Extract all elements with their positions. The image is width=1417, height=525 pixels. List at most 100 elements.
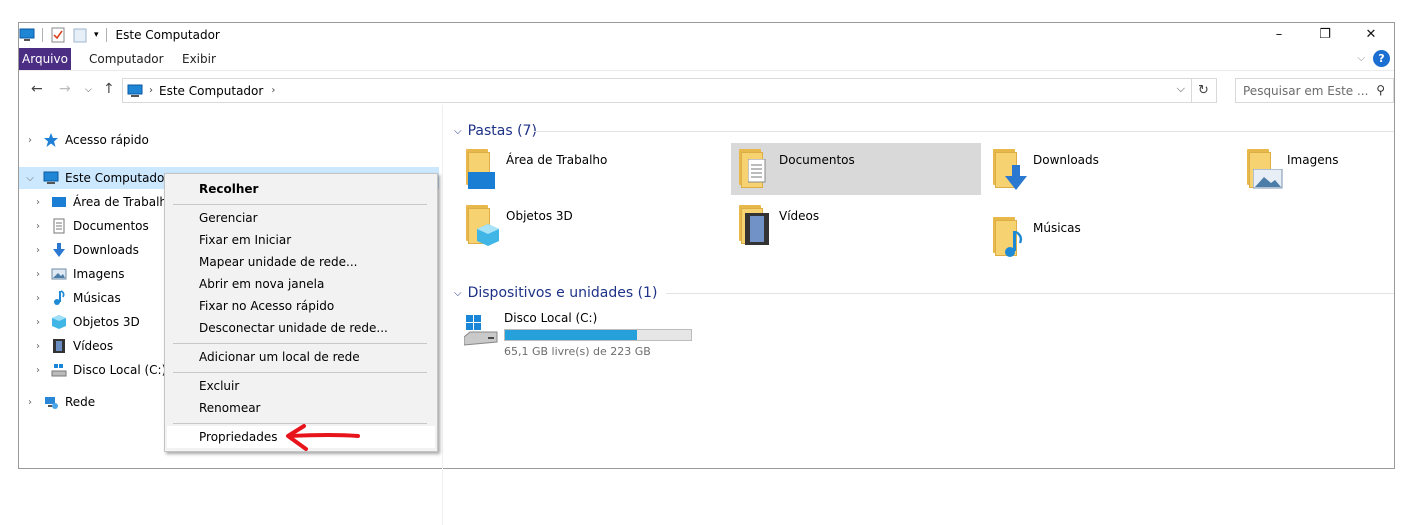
folder-label: Músicas — [1033, 221, 1081, 235]
pictures-icon — [51, 266, 67, 282]
refresh-icon: ↻ — [1198, 83, 1209, 98]
drive-icon — [463, 315, 498, 352]
tab-computador[interactable]: Computador — [89, 48, 164, 70]
window-title: Este Computador — [115, 28, 220, 42]
folder-tile-documentos[interactable]: Documentos — [731, 143, 981, 195]
nav-item-downloads[interactable]: › Downloads — [31, 239, 139, 261]
breadcrumb-chevron-icon[interactable]: › — [149, 85, 153, 96]
expand-chevron-icon[interactable]: › — [31, 269, 45, 280]
nav-label: Área de Trabalho — [73, 195, 175, 209]
expand-ribbon-icon[interactable]: ⌵ — [1357, 53, 1365, 64]
menu-item-adicionar-local-rede[interactable]: Adicionar um local de rede — [167, 346, 435, 368]
folder-label: Objetos 3D — [506, 209, 573, 223]
folder-tile-objetos-3d[interactable]: Objetos 3D — [458, 199, 708, 251]
properties-check-icon[interactable] — [50, 27, 66, 43]
nav-item-videos[interactable]: › Vídeos — [31, 335, 113, 357]
nav-item-rede[interactable]: › Rede — [23, 391, 95, 413]
context-menu: Recolher Gerenciar Fixar em Iniciar Mape… — [164, 173, 438, 452]
videos-folder-icon — [739, 205, 769, 245]
nav-label: Objetos 3D — [73, 315, 140, 329]
expand-chevron-icon[interactable]: › — [31, 245, 45, 256]
collapse-chevron-icon[interactable]: ⌵ — [454, 288, 462, 299]
maximize-button[interactable]: ❐ — [1302, 23, 1348, 45]
menu-item-mapear-unidade[interactable]: Mapear unidade de rede... — [167, 251, 435, 273]
folder-tile-area-de-trabalho[interactable]: Área de Trabalho — [458, 143, 708, 195]
computer-icon — [43, 170, 59, 186]
nav-item-area-de-trabalho[interactable]: › Área de Trabalho — [31, 191, 174, 213]
folder-label: Vídeos — [779, 209, 820, 223]
address-bar[interactable]: › Este Computador › ⌵ — [122, 78, 1192, 103]
search-icon: ⚲ — [1376, 83, 1385, 97]
cube-3d-icon — [51, 314, 67, 330]
group-divider — [534, 131, 1394, 132]
close-button[interactable]: ✕ — [1348, 23, 1394, 45]
address-dropdown-icon[interactable]: ⌵ — [1177, 82, 1185, 96]
folder-tile-imagens[interactable]: Imagens — [1239, 143, 1417, 195]
menu-item-abrir-nova-janela[interactable]: Abrir em nova janela — [167, 273, 435, 295]
nav-label: Acesso rápido — [65, 133, 149, 147]
expand-chevron-icon[interactable]: › — [31, 197, 45, 208]
expand-chevron-icon[interactable]: › — [31, 221, 45, 232]
menu-item-renomear[interactable]: Renomear — [167, 397, 435, 419]
drive-tile-disco-local[interactable]: Disco Local (C:) 65,1 GB livre(s) de 223… — [454, 311, 714, 359]
documents-folder-icon — [739, 149, 767, 189]
navigation-bar: ← → ⌵ ↑ › Este Computador › ⌵ ↻ Pesquisa… — [19, 75, 1394, 105]
quick-access-toolbar: ▾ Este Computador — [19, 26, 220, 44]
expand-chevron-icon[interactable]: › — [31, 365, 45, 376]
nav-item-documentos[interactable]: › Documentos — [31, 215, 149, 237]
recent-locations-icon[interactable]: ⌵ — [85, 85, 92, 95]
nav-item-objetos-3d[interactable]: › Objetos 3D — [31, 311, 140, 333]
ribbon-tabs: Arquivo Computador Exibir ⌵ ? — [19, 48, 1394, 71]
menu-separator — [173, 204, 427, 205]
expand-chevron-icon[interactable]: › — [31, 317, 45, 328]
up-arrow-icon[interactable]: ↑ — [103, 81, 115, 97]
collapse-chevron-icon[interactable]: ⌵ — [23, 173, 37, 184]
toolbar-divider — [42, 28, 43, 42]
menu-item-fixar-acesso-rapido[interactable]: Fixar no Acesso rápido — [167, 295, 435, 317]
group-header-dispositivos[interactable]: ⌵ Dispositivos e unidades (1) — [454, 283, 657, 303]
breadcrumb-chevron-icon[interactable]: › — [271, 85, 275, 96]
expand-chevron-icon[interactable]: › — [31, 293, 45, 304]
folder-label: Área de Trabalho — [506, 153, 608, 167]
folder-label: Imagens — [1287, 153, 1339, 167]
content-pane: ⌵ Pastas (7) Área de Trabalho Documentos… — [444, 119, 1394, 468]
minimize-button[interactable]: – — [1256, 23, 1302, 45]
help-button[interactable]: ? — [1373, 50, 1390, 67]
menu-item-fixar-em-iniciar[interactable]: Fixar em Iniciar — [167, 229, 435, 251]
expand-chevron-icon[interactable]: › — [23, 135, 37, 146]
nav-item-musicas[interactable]: › Músicas — [31, 287, 121, 309]
nav-item-acesso-rapido[interactable]: › Acesso rápido — [23, 129, 149, 151]
breadcrumb-este-computador[interactable]: Este Computador — [159, 84, 263, 98]
expand-chevron-icon[interactable]: › — [31, 341, 45, 352]
customize-toolbar-icon[interactable]: ▾ — [94, 30, 99, 40]
menu-item-recolher[interactable]: Recolher — [167, 178, 435, 200]
nav-item-disco-local[interactable]: › Disco Local (C:) — [31, 359, 166, 381]
folder-tile-musicas[interactable]: Músicas — [985, 211, 1235, 263]
toolbar-divider — [105, 28, 107, 42]
tab-exibir[interactable]: Exibir — [182, 48, 216, 70]
film-icon — [51, 338, 67, 354]
network-icon — [43, 394, 59, 410]
drive-usage-fill — [505, 330, 638, 340]
refresh-button[interactable]: ↻ — [1191, 78, 1217, 103]
collapse-chevron-icon[interactable]: ⌵ — [454, 126, 462, 137]
folder-tile-downloads[interactable]: Downloads — [985, 143, 1235, 195]
menu-item-excluir[interactable]: Excluir — [167, 375, 435, 397]
expand-chevron-icon[interactable]: › — [23, 397, 37, 408]
computer-icon[interactable] — [19, 27, 35, 43]
search-placeholder: Pesquisar em Este ... — [1243, 83, 1369, 98]
group-title: Pastas (7) — [467, 123, 537, 139]
search-box[interactable]: Pesquisar em Este ... ⚲ — [1235, 78, 1394, 103]
menu-item-gerenciar[interactable]: Gerenciar — [167, 207, 435, 229]
folder-tile-videos[interactable]: Vídeos — [731, 199, 981, 251]
pane-divider[interactable] — [442, 105, 443, 525]
forward-arrow-icon[interactable]: → — [59, 81, 71, 97]
tab-arquivo[interactable]: Arquivo — [19, 48, 71, 70]
drive-usage-bar — [504, 329, 692, 341]
nav-item-imagens[interactable]: › Imagens — [31, 263, 124, 285]
group-header-pastas[interactable]: ⌵ Pastas (7) — [454, 121, 537, 141]
back-arrow-icon[interactable]: ← — [31, 81, 43, 97]
new-folder-icon[interactable] — [72, 27, 88, 43]
menu-item-desconectar-unidade[interactable]: Desconectar unidade de rede... — [167, 317, 435, 339]
pictures-folder-icon — [1247, 149, 1283, 189]
